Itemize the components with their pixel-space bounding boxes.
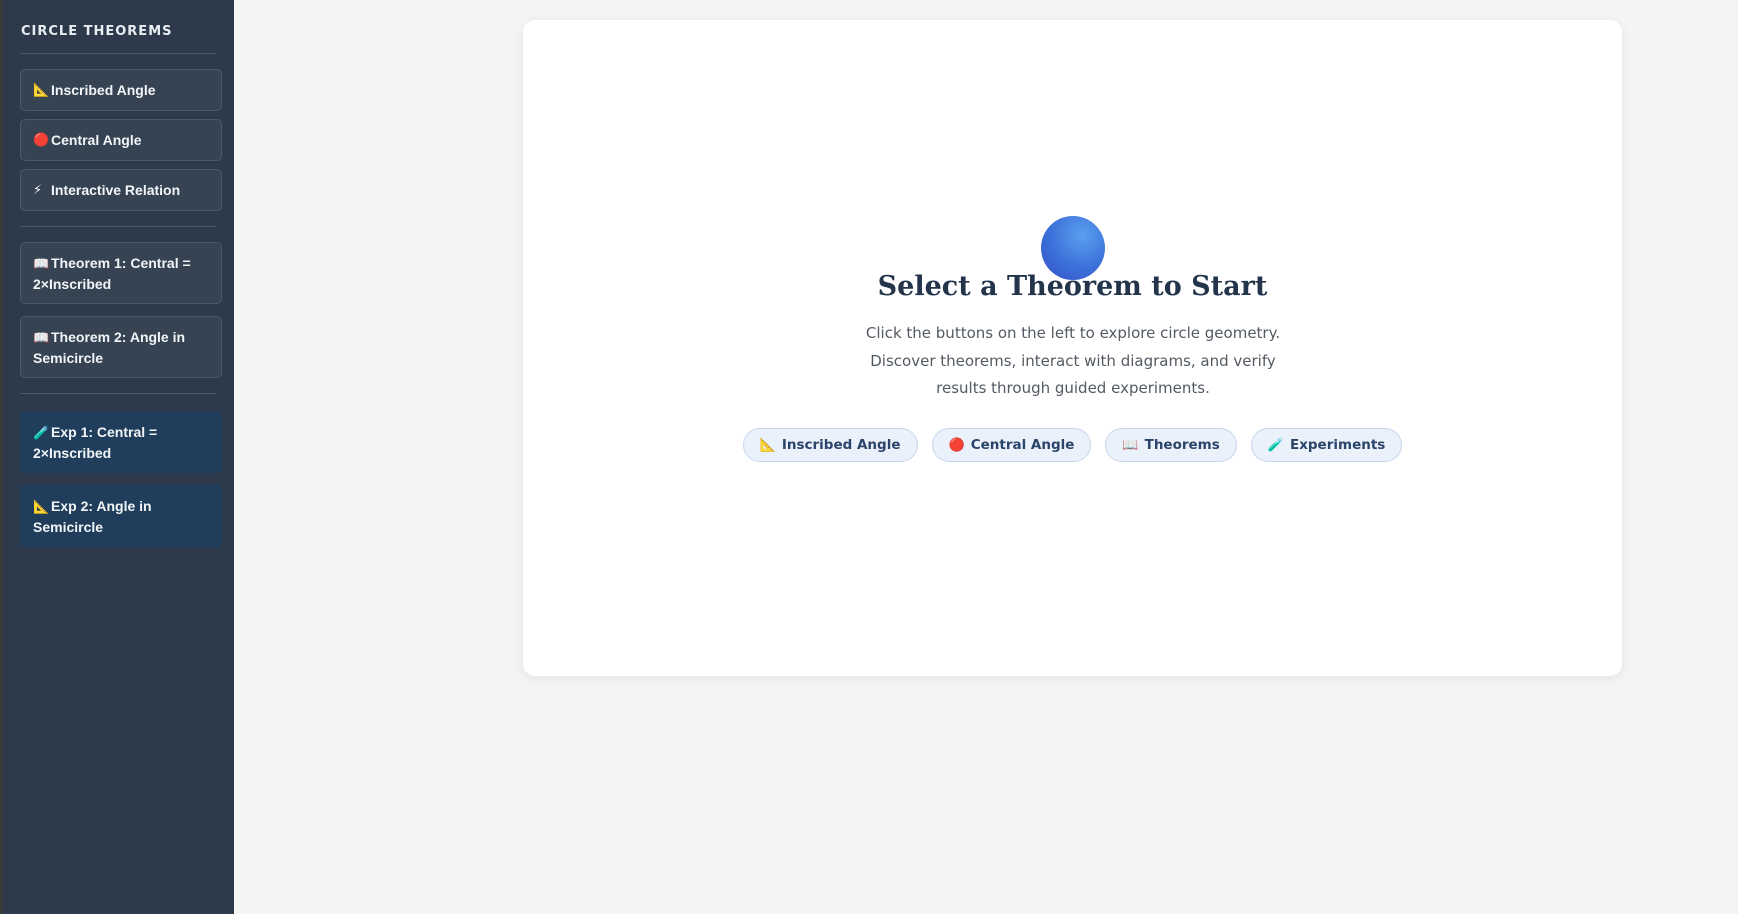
experiment-1-button[interactable]: 🧪 Exp 1: Central = 2×Inscribed	[20, 411, 222, 473]
triangle-ruler-icon: 📐	[33, 498, 50, 514]
button-label: 📖 Theorem 2: Angle in Semicircle	[33, 328, 186, 366]
interactive-relation-button[interactable]: ⚡ Interactive Relation	[20, 169, 222, 211]
test-tube-icon: 🧪	[1267, 437, 1284, 453]
experiment-2-button[interactable]: 📐 Exp 2: Angle in Semicircle	[20, 485, 222, 547]
test-tube-icon: 🧪	[33, 424, 50, 440]
chip-inscribed-angle[interactable]: 📐 Inscribed Angle	[742, 428, 918, 462]
book-icon: 📖	[33, 329, 50, 345]
chip-theorems[interactable]: 📖 Theorems	[1105, 428, 1237, 462]
chip-central-angle[interactable]: 🔴 Central Angle	[931, 428, 1092, 462]
button-label: Central Angle	[51, 132, 142, 148]
button-label: Inscribed Angle	[51, 82, 156, 98]
inscribed-angle-button[interactable]: 📐 Inscribed Angle	[20, 69, 222, 111]
button-label: 📖 Theorem 1: Central = 2×Inscribed	[33, 254, 191, 292]
triangle-ruler-icon: 📐	[33, 82, 50, 97]
triangle-ruler-icon: 📐	[759, 437, 776, 453]
chip-label: Theorems	[1144, 437, 1220, 453]
red-circle-icon: 🔴	[33, 132, 50, 147]
welcome-description: Click the buttons on the left to explore…	[865, 324, 1281, 397]
chip-label: Experiments	[1289, 437, 1386, 453]
red-circle-icon: 🔴	[948, 437, 965, 453]
theorem-1-button[interactable]: 📖 Theorem 1: Central = 2×Inscribed	[20, 242, 222, 304]
book-icon: 📖	[33, 255, 50, 271]
welcome-card: Select a Theorem to Start Click the butt…	[523, 20, 1622, 676]
theorem-2-button[interactable]: 📖 Theorem 2: Angle in Semicircle	[20, 316, 222, 378]
button-label: 📐 Exp 2: Angle in Semicircle	[33, 497, 152, 535]
lightning-icon: ⚡	[33, 182, 43, 197]
book-icon: 📖	[1122, 437, 1139, 453]
sidebar-title: CIRCLE THEOREMS	[21, 24, 173, 39]
sidebar: CIRCLE THEOREMS 📐 Inscribed Angle 🔴 Cent…	[3, 0, 234, 914]
chip-label: Inscribed Angle	[781, 437, 901, 453]
chip-label: Central Angle	[970, 437, 1075, 453]
button-label: 🧪 Exp 1: Central = 2×Inscribed	[33, 423, 158, 461]
central-angle-button[interactable]: 🔴 Central Angle	[20, 119, 222, 161]
quick-chips: 📐 Inscribed Angle 🔴 Central Angle 📖 Theo…	[523, 428, 1622, 462]
chip-experiments[interactable]: 🧪 Experiments	[1250, 428, 1403, 462]
page-title: Select a Theorem to Start	[877, 271, 1268, 302]
button-label: Interactive Relation	[51, 182, 181, 198]
